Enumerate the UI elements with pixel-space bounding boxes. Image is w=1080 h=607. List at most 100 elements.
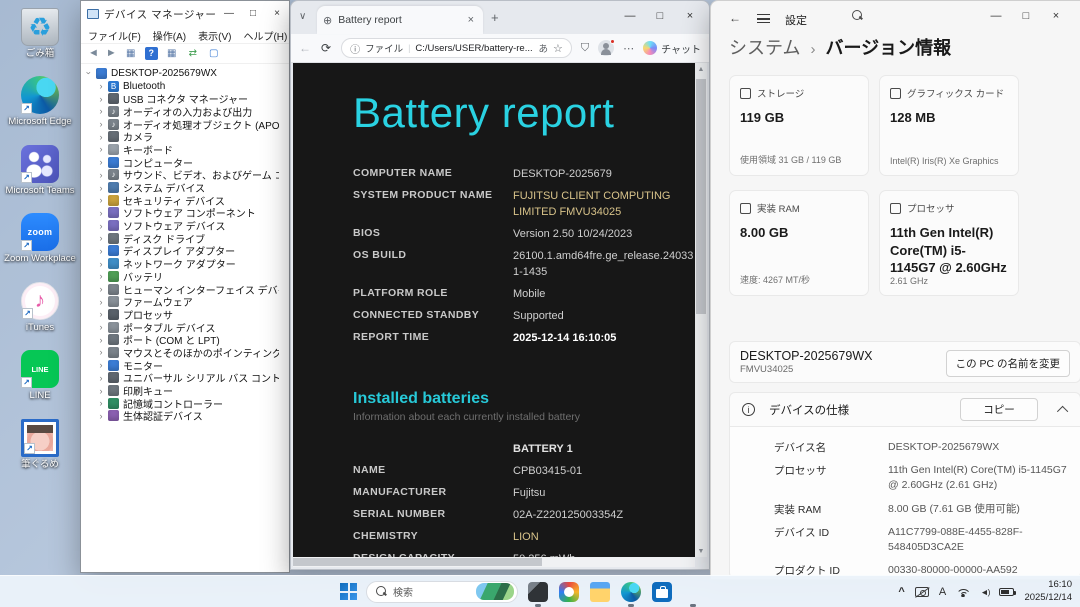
- chevron-collapsed-icon[interactable]: ›: [96, 398, 106, 408]
- camera-off-icon[interactable]: [915, 587, 929, 597]
- scrollbar-thumb[interactable]: [696, 79, 706, 314]
- maximize-button[interactable]: □: [645, 3, 675, 29]
- minimize-button[interactable]: —: [981, 3, 1011, 29]
- chevron-collapsed-icon[interactable]: ›: [96, 411, 106, 421]
- desktop-icon[interactable]: ↗ LINE: [2, 342, 78, 401]
- browser-tabstrip[interactable]: ∨ ⊕ Battery report × + — □ ×: [291, 1, 709, 34]
- scroll-up-icon[interactable]: ▲: [695, 63, 707, 75]
- device-tree-item[interactable]: › カメラ: [84, 130, 279, 143]
- chevron-collapsed-icon[interactable]: ›: [96, 373, 106, 383]
- device-spec-expander[interactable]: i デバイスの仕様 コピー: [729, 392, 1080, 427]
- hamburger-menu-icon[interactable]: [757, 14, 770, 23]
- chevron-collapsed-icon[interactable]: ›: [96, 259, 106, 269]
- chevron-expanded-icon[interactable]: ›: [84, 68, 94, 78]
- scan-hardware-icon[interactable]: ⇄: [186, 47, 200, 60]
- device-tree-root[interactable]: › DESKTOP-2025679WX: [84, 67, 279, 80]
- device-tree-item[interactable]: › オーディオ処理オブジェクト (APO): [84, 118, 279, 131]
- device-tree-item[interactable]: › ネットワーク アダプター: [84, 257, 279, 270]
- menu-item[interactable]: ヘルプ(H): [243, 28, 287, 43]
- device-tree-item[interactable]: › ファームウェア: [84, 295, 279, 308]
- desktop-icon[interactable]: ↗ Microsoft Edge: [2, 68, 78, 127]
- chevron-collapsed-icon[interactable]: ›: [96, 322, 106, 332]
- update-driver-icon[interactable]: ▦: [165, 47, 179, 60]
- chevron-collapsed-icon[interactable]: ›: [96, 170, 106, 180]
- close-button[interactable]: ×: [1041, 3, 1071, 29]
- device-tree-item[interactable]: › ユニバーサル シリアル バス コントローラー: [84, 372, 279, 385]
- chevron-collapsed-icon[interactable]: ›: [96, 106, 106, 116]
- breadcrumb-section[interactable]: システム: [729, 34, 800, 60]
- taskbar-app-icon[interactable]: [651, 581, 673, 603]
- chevron-collapsed-icon[interactable]: ›: [96, 386, 106, 396]
- chevron-collapsed-icon[interactable]: ›: [96, 335, 106, 345]
- search-highlight-image[interactable]: [476, 583, 514, 600]
- taskbar-search[interactable]: 検索: [366, 581, 518, 603]
- chevron-collapsed-icon[interactable]: ›: [96, 297, 106, 307]
- copilot-chat-button[interactable]: チャット: [643, 41, 701, 56]
- profile-avatar[interactable]: [598, 40, 614, 56]
- refresh-icon[interactable]: ⟳: [321, 41, 331, 55]
- more-menu-icon[interactable]: ⋯: [623, 42, 634, 55]
- menu-item[interactable]: 表示(V): [198, 28, 231, 43]
- ime-indicator[interactable]: A: [939, 586, 946, 598]
- chevron-collapsed-icon[interactable]: ›: [96, 360, 106, 370]
- tray-chevron-up-icon[interactable]: ^: [898, 586, 904, 598]
- minimize-button[interactable]: —: [615, 3, 645, 29]
- taskbar-app-icon[interactable]: [558, 581, 580, 603]
- tab-search-icon[interactable]: ∨: [299, 11, 306, 22]
- menu-item[interactable]: 操作(A): [153, 28, 186, 43]
- chevron-collapsed-icon[interactable]: ›: [96, 284, 106, 294]
- chevron-collapsed-icon[interactable]: ›: [96, 81, 106, 91]
- taskbar-app-icon[interactable]: [620, 581, 642, 603]
- chevron-collapsed-icon[interactable]: ›: [96, 221, 106, 231]
- favorites-hub-icon[interactable]: ⛉: [581, 42, 589, 55]
- chevron-collapsed-icon[interactable]: ›: [96, 233, 106, 243]
- wifi-icon[interactable]: [956, 586, 970, 597]
- chevron-collapsed-icon[interactable]: ›: [96, 271, 106, 281]
- rename-pc-button[interactable]: この PC の名前を変更: [946, 350, 1070, 377]
- device-manager-titlebar[interactable]: デバイス マネージャー — □ ×: [81, 1, 289, 27]
- start-button[interactable]: [340, 583, 357, 600]
- devices-icon[interactable]: ▢: [207, 47, 221, 60]
- device-tree-item[interactable]: › マウスとそのほかのポインティング デバイス: [84, 346, 279, 359]
- forward-icon[interactable]: ►: [106, 48, 117, 59]
- tab-close-icon[interactable]: ×: [465, 14, 477, 26]
- menu-item[interactable]: ファイル(F): [88, 28, 141, 43]
- chevron-collapsed-icon[interactable]: ›: [96, 132, 106, 142]
- chevron-collapsed-icon[interactable]: ›: [96, 309, 106, 319]
- settings-titlebar[interactable]: ← 設定 — □ ×: [711, 1, 1080, 35]
- desktop-icon[interactable]: ↗ Zoom Workplace: [2, 205, 78, 264]
- new-tab-button[interactable]: +: [491, 10, 499, 25]
- maximize-button[interactable]: □: [241, 1, 265, 25]
- maximize-button[interactable]: □: [1011, 3, 1041, 29]
- chevron-collapsed-icon[interactable]: ›: [96, 347, 106, 357]
- desktop-icon[interactable]: ↗ ごみ箱: [2, 0, 78, 59]
- address-bar[interactable]: ⓘ ファイル | C:/Users/USER/battery-re... あ ☆: [341, 38, 572, 58]
- scrollbar-thumb[interactable]: [293, 558, 542, 566]
- browser-tab[interactable]: ⊕ Battery report ×: [317, 6, 483, 34]
- chevron-collapsed-icon[interactable]: ›: [96, 144, 106, 154]
- horizontal-scrollbar[interactable]: [293, 557, 695, 567]
- chevron-collapsed-icon[interactable]: ›: [96, 183, 106, 193]
- chevron-collapsed-icon[interactable]: ›: [96, 246, 106, 256]
- taskbar-app-icon[interactable]: [527, 581, 549, 603]
- back-icon[interactable]: ◄: [88, 48, 99, 59]
- scroll-down-icon[interactable]: ▼: [695, 545, 707, 557]
- chevron-collapsed-icon[interactable]: ›: [96, 208, 106, 218]
- taskbar-app-icon[interactable]: [589, 581, 611, 603]
- chevron-collapsed-icon[interactable]: ›: [96, 94, 106, 104]
- search-icon[interactable]: [852, 10, 863, 21]
- chevron-up-icon[interactable]: [1057, 405, 1068, 416]
- desktop-icon[interactable]: ↗ 筆ぐるめ: [2, 411, 78, 470]
- page-info-icon[interactable]: ⓘ: [350, 41, 360, 56]
- properties-icon[interactable]: ▦: [124, 47, 138, 60]
- back-icon[interactable]: ←: [729, 11, 741, 25]
- back-icon[interactable]: ←: [299, 41, 311, 55]
- device-tree-item[interactable]: › 生体認証デバイス: [84, 410, 279, 423]
- desktop-icon[interactable]: ↗ Microsoft Teams: [2, 137, 78, 196]
- chevron-collapsed-icon[interactable]: ›: [96, 119, 106, 129]
- minimize-button[interactable]: —: [217, 1, 241, 25]
- chevron-collapsed-icon[interactable]: ›: [96, 195, 106, 205]
- copy-button[interactable]: コピー: [960, 398, 1038, 421]
- vertical-scrollbar[interactable]: ▲ ▼: [695, 63, 707, 557]
- chevron-collapsed-icon[interactable]: ›: [96, 157, 106, 167]
